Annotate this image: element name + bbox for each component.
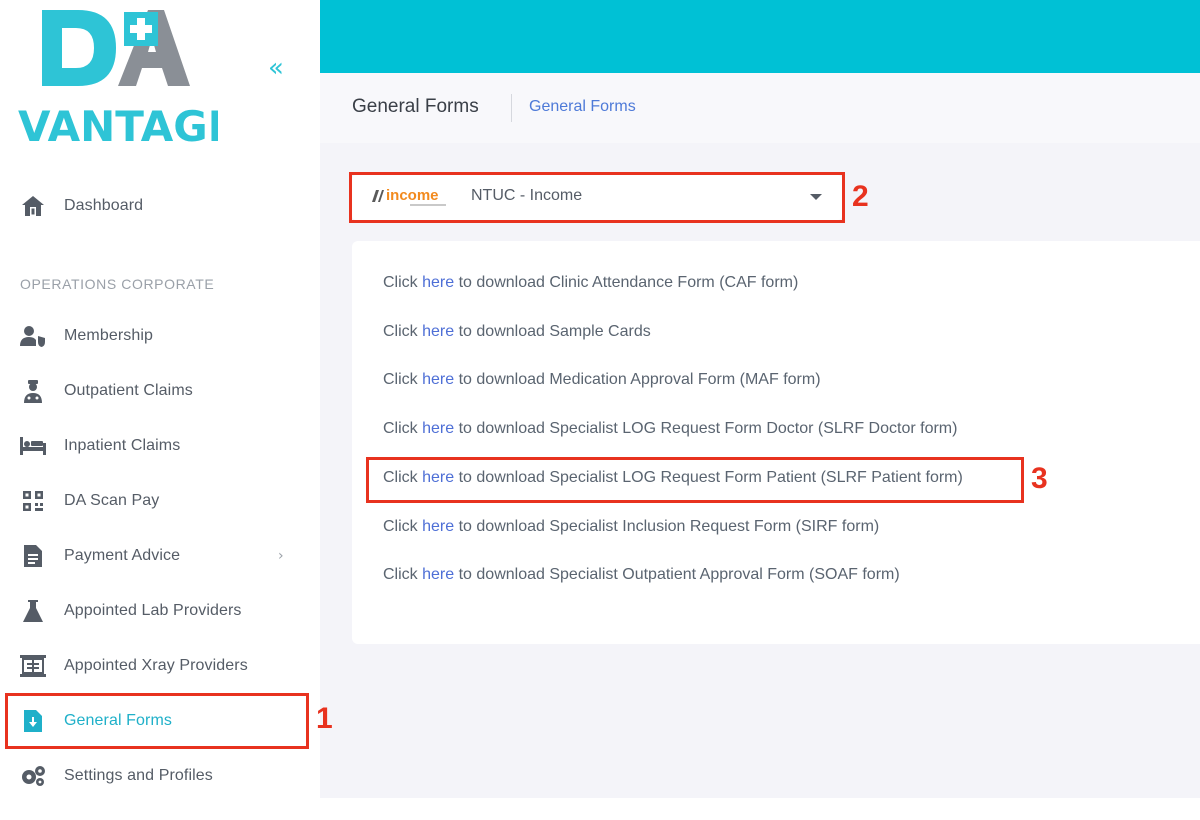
sidebar-item-label: Appointed Xray Providers [64, 657, 248, 674]
sidebar-item-label: DA Scan Pay [64, 492, 160, 509]
section-title: OPERATIONS CORPORATE [20, 276, 215, 292]
footer-band [320, 798, 1200, 820]
row-prefix: Click [383, 420, 418, 437]
download-link-sample-cards[interactable]: here [422, 323, 454, 340]
row-prefix: Click [383, 323, 418, 340]
bed-icon [20, 433, 46, 459]
download-link-slrf-patient[interactable]: here [422, 469, 454, 486]
sidebar-item-da-scan-pay[interactable]: DA Scan Pay [0, 476, 320, 526]
header-divider [511, 94, 512, 122]
sidebar-item-label: Settings and Profiles [64, 767, 213, 784]
form-row-soaf: Click here to download Specialist Outpat… [383, 566, 900, 584]
sidebar-item-appointed-xray-providers[interactable]: Appointed Xray Providers [0, 641, 320, 691]
sidebar-item-general-forms[interactable]: General Forms [0, 696, 320, 746]
qr-code-icon [20, 488, 46, 514]
sidebar-item-settings-and-profiles[interactable]: Settings and Profiles [0, 751, 320, 801]
sidebar: VANTAGE « Dashboard OPERATIONS CORPORATE… [0, 0, 320, 820]
sidebar-item-dashboard[interactable]: Dashboard [0, 181, 320, 231]
form-row-sample-cards: Click here to download Sample Cards [383, 323, 651, 341]
logo-wordmark: VANTAGE [18, 102, 218, 148]
annotation-number-3: 3 [1031, 462, 1048, 495]
page-header: General Forms General Forms [320, 73, 1200, 143]
sidebar-item-label: Appointed Lab Providers [64, 602, 242, 619]
sidebar-item-appointed-lab-providers[interactable]: Appointed Lab Providers [0, 586, 320, 636]
sidebar-item-inpatient-claims[interactable]: Inpatient Claims [0, 421, 320, 471]
sidebar-item-payment-advice[interactable]: Payment Advice › [0, 531, 320, 581]
download-link-sirf[interactable]: here [422, 518, 454, 535]
sidebar-item-membership[interactable]: Membership [0, 311, 320, 361]
home-icon [20, 193, 46, 219]
download-link-caf[interactable]: here [422, 274, 454, 291]
page-title: General Forms [352, 96, 479, 117]
row-description: to download Specialist Inclusion Request… [458, 518, 880, 535]
row-description: to download Specialist LOG Request Form … [458, 469, 963, 486]
form-row-caf: Click here to download Clinic Attendance… [383, 274, 798, 292]
form-row-maf: Click here to download Medication Approv… [383, 371, 821, 389]
chevron-right-icon: › [278, 548, 284, 564]
sidebar-item-outpatient-claims[interactable]: Outpatient Claims [0, 366, 320, 416]
form-row-sirf: Click here to download Specialist Inclus… [383, 518, 879, 536]
flask-icon [20, 598, 46, 624]
form-row-slrf-patient: Click here to download Specialist LOG Re… [383, 469, 963, 487]
annotation-number-2: 2 [852, 180, 869, 213]
doctor-icon [20, 378, 46, 404]
row-prefix: Click [383, 274, 418, 291]
da-vantage-logo[interactable]: VANTAGE [18, 8, 218, 148]
income-logo-text: income [386, 187, 439, 204]
sidebar-item-label: Inpatient Claims [64, 437, 181, 454]
row-description: to download Clinic Attendance Form (CAF … [458, 274, 799, 291]
user-shield-icon [20, 323, 46, 349]
caret-down-icon[interactable] [810, 194, 822, 200]
sidebar-item-label: Dashboard [64, 197, 144, 214]
sidebar-item-label: Membership [64, 327, 154, 344]
xray-icon [20, 653, 46, 679]
gears-icon [20, 763, 46, 789]
sidebar-item-label: Payment Advice [64, 547, 181, 564]
sidebar-item-label: General Forms [64, 712, 172, 729]
collapse-sidebar-icon[interactable]: « [260, 52, 292, 84]
row-description: to download Sample Cards [458, 323, 651, 340]
row-prefix: Click [383, 469, 418, 486]
income-logo: income [370, 186, 450, 210]
top-bar [320, 0, 1200, 73]
row-description: to download Specialist LOG Request Form … [458, 420, 958, 437]
row-prefix: Click [383, 518, 418, 535]
document-icon [20, 543, 46, 569]
row-description: to download Specialist Outpatient Approv… [458, 566, 900, 583]
file-download-icon [20, 708, 46, 734]
download-link-soaf[interactable]: here [422, 566, 454, 583]
insurer-select-value: NTUC - Income [471, 187, 583, 204]
insurer-select[interactable]: income NTUC - Income [352, 175, 842, 220]
annotation-number-1: 1 [316, 702, 333, 735]
row-description: to download Medication Approval Form (MA… [458, 371, 821, 388]
form-row-slrf-doctor: Click here to download Specialist LOG Re… [383, 420, 957, 438]
sidebar-item-label: Outpatient Claims [64, 382, 193, 399]
row-prefix: Click [383, 371, 418, 388]
download-link-maf[interactable]: here [422, 371, 454, 388]
breadcrumb[interactable]: General Forms [529, 98, 636, 116]
forms-card: Click here to download Clinic Attendance… [352, 241, 1200, 644]
row-prefix: Click [383, 566, 418, 583]
download-link-slrf-doctor[interactable]: here [422, 420, 454, 437]
